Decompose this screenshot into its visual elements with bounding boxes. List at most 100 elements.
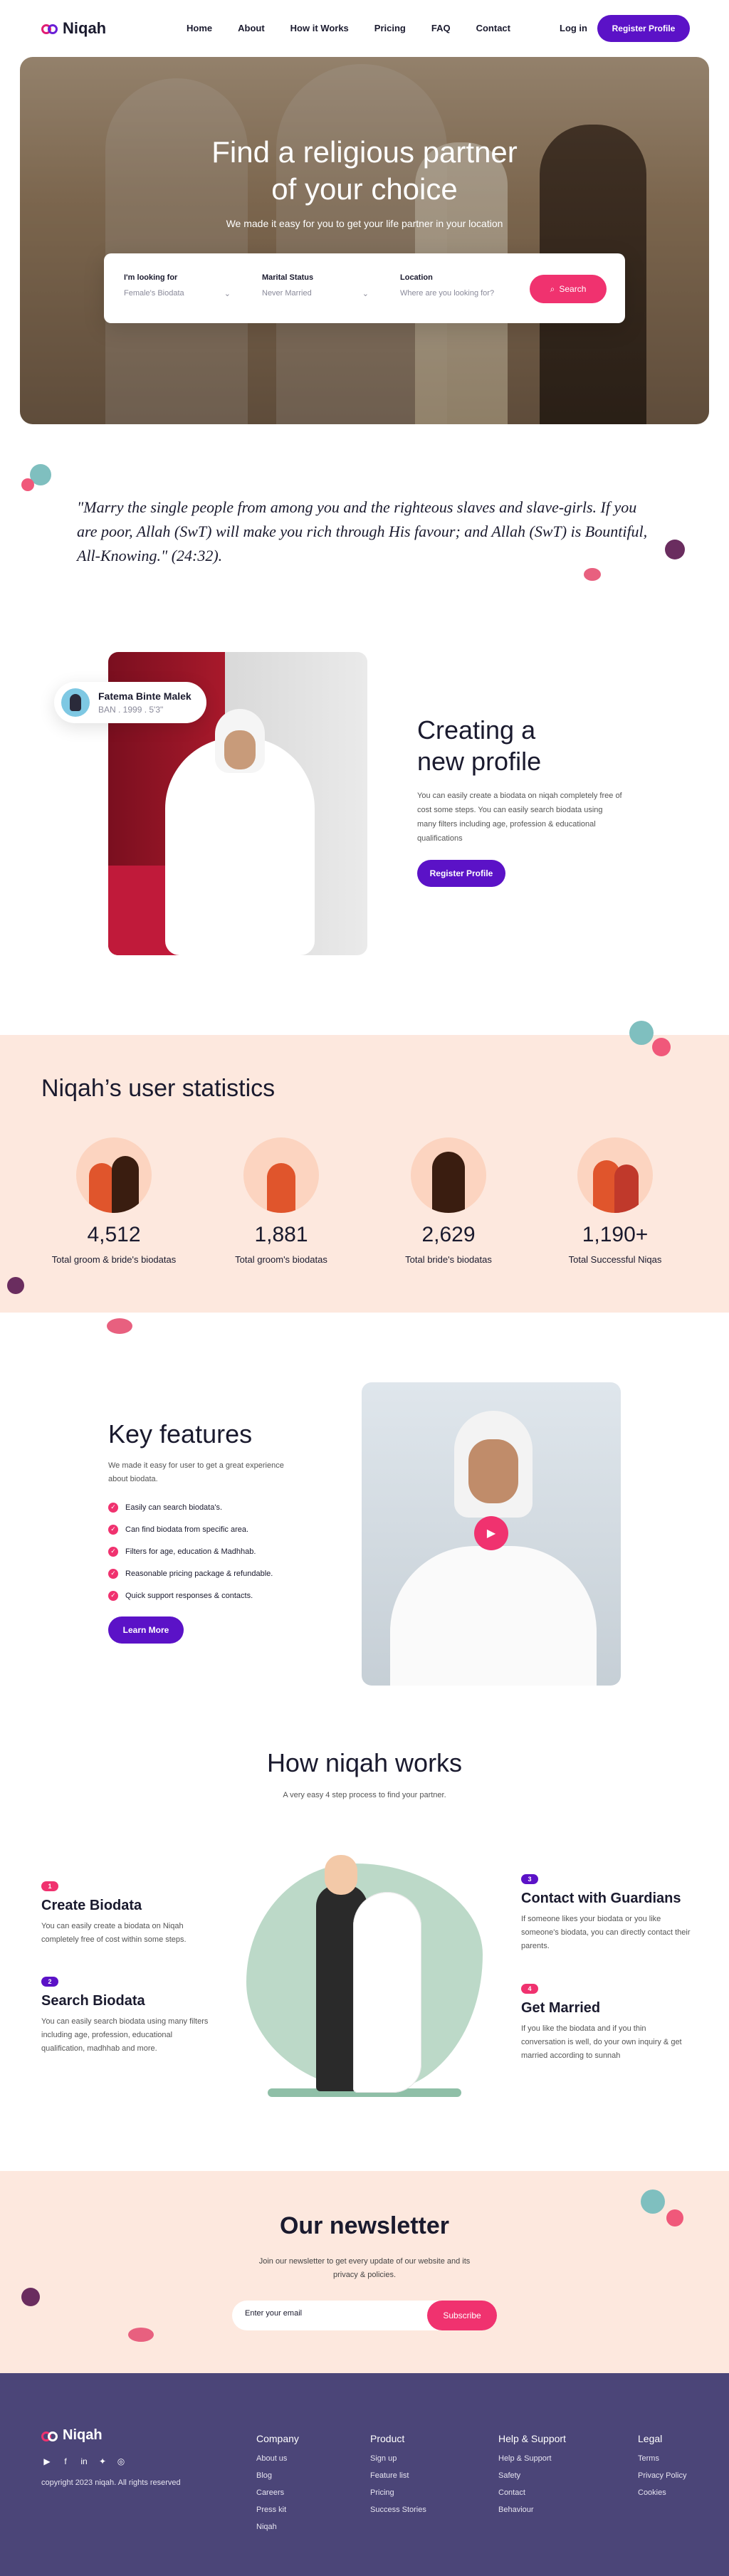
step-contact-guardians: 3 Contact with Guardians If someone like…	[521, 1874, 691, 1950]
footer-link[interactable]: Sign up	[370, 2454, 426, 2463]
footer-link[interactable]: Privacy Policy	[638, 2471, 686, 2480]
footer-link[interactable]: Feature list	[370, 2471, 426, 2480]
newsletter-form: Subscribe	[232, 2301, 497, 2330]
quran-quote: "Marry the single people from among you …	[77, 498, 648, 564]
feature-item: ✓ Can find biodata from specific area.	[108, 1518, 322, 1540]
profile-description: You can easily create a biodata on niqah…	[417, 792, 622, 843]
step-search-biodata: 2 Search Biodata You can easily search b…	[41, 1977, 209, 2053]
search-button[interactable]: ⌕ Search	[530, 275, 607, 303]
footer-column-legal: Legal Terms Privacy Policy Cookies	[638, 2433, 687, 2497]
play-icon[interactable]: ▶	[474, 1516, 508, 1550]
bride-icon	[411, 1137, 486, 1213]
register-profile-button[interactable]: Register Profile	[417, 860, 505, 887]
footer-link[interactable]: Blog	[256, 2471, 299, 2480]
stat-caption: Total bride's biodatas	[405, 1254, 492, 1265]
flower-decoration	[21, 2288, 40, 2306]
stat-item: 4,512 Total groom & bride's biodatas	[43, 1137, 185, 1265]
footer-link[interactable]: Behaviour	[498, 2506, 566, 2514]
footer-link[interactable]: Pricing	[370, 2488, 426, 2497]
badge-meta: BAN . 1999 . 5'3"	[98, 705, 164, 715]
feature-item: ✓ Quick support responses & contacts.	[108, 1584, 322, 1607]
profile-title: Creating a new profile	[417, 715, 542, 776]
flower-decoration	[641, 2189, 665, 2214]
footer: Niqah ▶ f in ✦ ◎ copyright 2023 niqah. A…	[0, 2373, 729, 2576]
flower-decoration	[629, 1021, 654, 1045]
footer-link[interactable]: Contact	[498, 2488, 566, 2497]
youtube-icon[interactable]: ▶	[41, 2456, 53, 2467]
nav-link-home[interactable]: Home	[187, 23, 212, 33]
hero-subtitle: We made it easy for you to get your life…	[226, 218, 503, 229]
flower-decoration	[21, 478, 34, 491]
flower-decoration	[128, 2328, 154, 2342]
step-create-biodata: 1 Create Biodata You can easily create a…	[41, 1881, 187, 1944]
feature-item: ✓ Filters for age, education & Madhhab.	[108, 1540, 322, 1562]
feature-item: ✓ Easily can search biodata's.	[108, 1496, 322, 1518]
chevron-down-icon: ⌄	[224, 290, 231, 298]
feature-video[interactable]: ▶	[362, 1382, 621, 1686]
how-it-works-title: How niqah works	[266, 1748, 463, 1777]
footer-link[interactable]: About us	[256, 2454, 299, 2463]
instagram-icon[interactable]: ◎	[115, 2456, 127, 2467]
footer-column-product: Product Sign up Feature list Pricing Suc…	[370, 2433, 426, 2514]
nav-link-how-it-works[interactable]: How it Works	[290, 23, 349, 33]
footer-logo[interactable]: Niqah	[41, 2427, 103, 2444]
footer-link[interactable]: Niqah	[256, 2523, 299, 2531]
subscribe-button[interactable]: Subscribe	[427, 2301, 497, 2330]
check-icon: ✓	[108, 1568, 118, 1579]
login-link[interactable]: Log in	[560, 23, 587, 33]
footer-link[interactable]: Careers	[256, 2488, 299, 2497]
copyright: copyright 2023 niqah. All rights reserve…	[41, 2478, 181, 2487]
rings-icon	[41, 2428, 60, 2444]
profile-section-text: Creating a new profile You can easily cre…	[417, 715, 624, 887]
nav-links: Home About How it Works Pricing FAQ Cont…	[187, 23, 536, 33]
facebook-icon[interactable]: f	[60, 2456, 71, 2467]
footer-link[interactable]: Success Stories	[370, 2506, 426, 2514]
step-number: 4	[521, 1984, 538, 1994]
stat-caption: Total groom's biodatas	[235, 1254, 327, 1265]
learn-more-button[interactable]: Learn More	[108, 1616, 184, 1644]
wedding-couple-illustration	[239, 1842, 490, 2106]
check-icon: ✓	[108, 1524, 118, 1535]
profile-badge-card: Fatema Binte Malek BAN . 1999 . 5'3"	[54, 682, 206, 723]
linkedin-icon[interactable]: in	[78, 2456, 90, 2467]
register-profile-button[interactable]: Register Profile	[597, 15, 690, 42]
marital-status-select[interactable]: Marital Status Never Married ⌄	[262, 273, 369, 298]
stat-number: 4,512	[87, 1223, 141, 1246]
badge-name: Fatema Binte Malek	[98, 690, 192, 702]
hero-title: Find a religious partner of your choice	[211, 135, 518, 206]
location-input[interactable]: Location Where are you looking for?	[400, 273, 514, 298]
nav-link-contact[interactable]: Contact	[476, 23, 510, 33]
nav-link-pricing[interactable]: Pricing	[374, 23, 406, 33]
looking-for-select[interactable]: I'm looking for Female's Biodata ⌄	[124, 273, 231, 298]
footer-column-company: Company About us Blog Careers Press kit …	[256, 2433, 299, 2531]
top-navbar: Niqah Home About How it Works Pricing FA…	[0, 0, 729, 57]
rings-icon	[41, 21, 60, 36]
search-card: I'm looking for Female's Biodata ⌄ Marita…	[104, 253, 625, 323]
key-features-section: Key features We made it easy for user to…	[108, 1419, 322, 1644]
footer-link[interactable]: Help & Support	[498, 2454, 566, 2463]
stats-title: Niqah’s user statistics	[41, 1075, 276, 1102]
stat-caption: Total groom & bride's biodatas	[51, 1254, 177, 1265]
features-list: ✓ Easily can search biodata's. ✓ Can find …	[108, 1496, 322, 1607]
footer-link[interactable]: Press kit	[256, 2506, 299, 2514]
check-icon: ✓	[108, 1546, 118, 1557]
how-it-works-subtitle: A very easy 4 step process to find your …	[283, 1791, 446, 1799]
footer-link[interactable]: Cookies	[638, 2488, 686, 2497]
check-icon: ✓	[108, 1502, 118, 1513]
nav-link-about[interactable]: About	[238, 23, 265, 33]
logo[interactable]: Niqah	[41, 19, 106, 38]
newsletter-title: Our newsletter	[279, 2212, 450, 2239]
footer-link[interactable]: Terms	[638, 2454, 686, 2463]
married-couple-icon	[577, 1137, 653, 1213]
stat-item: 1,881 Total groom's biodatas	[210, 1137, 352, 1265]
nav-link-faq[interactable]: FAQ	[431, 23, 451, 33]
step-number: 1	[41, 1881, 58, 1891]
step-number: 3	[521, 1874, 538, 1884]
avatar	[61, 688, 90, 717]
email-input[interactable]	[245, 2309, 402, 2318]
stat-item: 1,190+ Total Successful Niqas	[544, 1137, 686, 1265]
search-icon: ⌕	[550, 283, 555, 294]
twitter-icon[interactable]: ✦	[97, 2456, 108, 2467]
footer-link[interactable]: Safety	[498, 2471, 566, 2480]
step-number: 2	[41, 1977, 58, 1987]
